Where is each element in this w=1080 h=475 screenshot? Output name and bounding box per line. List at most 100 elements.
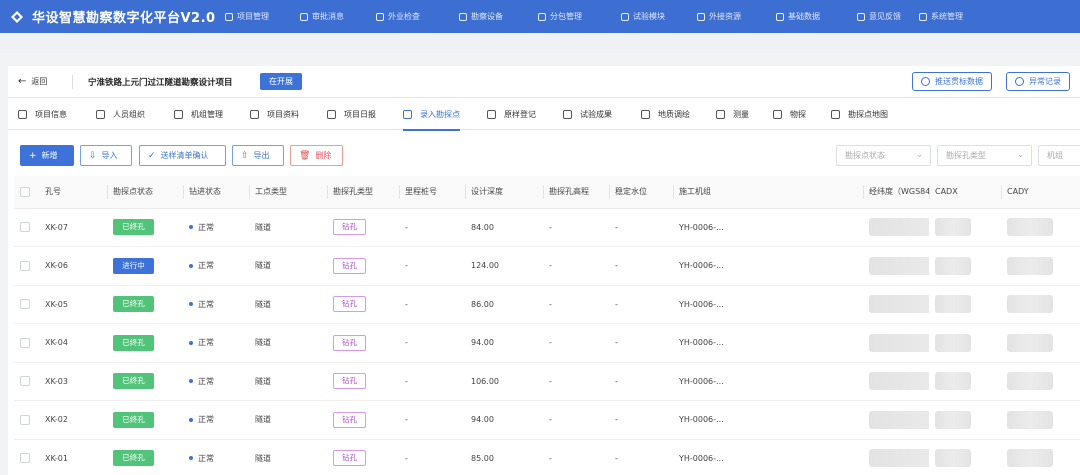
column-header[interactable]: CADX xyxy=(929,176,1001,209)
nav-item-9[interactable]: 系统管理 xyxy=(919,0,963,33)
nav-item-8[interactable]: 意见反馈 xyxy=(857,0,901,33)
crew-filter[interactable]: 机组 xyxy=(1038,145,1080,166)
coordinates-cell xyxy=(863,246,929,286)
tab-10[interactable]: 物探 xyxy=(773,98,806,130)
drill-status-cell: 正常 xyxy=(183,400,249,440)
site-type: 隧道 xyxy=(255,376,271,386)
drill-status: 正常 xyxy=(198,222,214,232)
table-row[interactable]: XK-06 进行中 正常 隧道 钻孔 - 124.00 - - YH-0006-... xyxy=(14,246,1080,286)
drill-status: 正常 xyxy=(198,453,214,463)
tab-6[interactable]: 原样登记 xyxy=(487,98,536,130)
hole-type-cell: 钻孔 xyxy=(327,400,399,440)
water-level: - xyxy=(615,376,618,386)
table-row[interactable]: XK-02 已终孔 正常 隧道 钻孔 - 94.00 - - YH-0006-... xyxy=(14,400,1080,440)
hole-id: XK-05 xyxy=(45,299,68,309)
delete-button[interactable]: 🗑 删除 xyxy=(290,145,343,166)
redacted-coordinates xyxy=(869,295,929,314)
sample-list-confirm-button[interactable]: ✓ 送样清单确认 xyxy=(139,145,226,166)
redacted-cady xyxy=(1007,372,1053,391)
column-header[interactable]: 勘探点状态 xyxy=(107,176,183,209)
crew-filter-placeholder: 机组 xyxy=(1047,151,1063,160)
row-checkbox[interactable] xyxy=(20,337,30,348)
column-header[interactable]: 设计深度 xyxy=(465,176,543,209)
import-button[interactable]: ⇩ 导入 xyxy=(80,145,132,166)
column-divider xyxy=(327,185,328,199)
hole-status-cell: 已终孔 xyxy=(107,323,183,363)
hole-id: XK-07 xyxy=(45,222,68,232)
abnormal-records-label: 异常记录 xyxy=(1029,77,1061,86)
column-header[interactable]: 施工机组 xyxy=(673,176,863,209)
result-icon xyxy=(563,109,572,119)
hole-status-filter[interactable]: 勘探点状态 ⌄ xyxy=(836,145,931,166)
column-header[interactable]: 孔号 xyxy=(39,176,107,209)
nav-item-6[interactable]: 外接资源 xyxy=(697,0,741,33)
tab-1[interactable]: 人员组织 xyxy=(96,98,145,130)
tab-5[interactable]: 录入勘探点 xyxy=(403,98,460,131)
nav-item-1[interactable]: 审批消息 xyxy=(300,0,344,33)
tab-9[interactable]: 测量 xyxy=(716,98,749,130)
row-select-cell xyxy=(14,285,39,324)
row-checkbox[interactable] xyxy=(20,260,30,271)
tab-label: 试验成果 xyxy=(580,109,612,119)
row-checkbox[interactable] xyxy=(20,453,30,464)
hole-status-badge: 进行中 xyxy=(113,257,154,274)
tab-7[interactable]: 试验成果 xyxy=(563,98,612,130)
tab-2[interactable]: 机组管理 xyxy=(174,98,223,130)
tab-11[interactable]: 勘探点地图 xyxy=(831,98,888,130)
column-header[interactable]: 稳定水位 xyxy=(609,176,673,209)
add-button[interactable]: + 新增 xyxy=(20,145,74,166)
crew: YH-0006-... xyxy=(679,338,724,348)
main-panel: ← 返回 宁淮铁路上元门过江隧道勘察设计项目 在开展 推送贯标数据 异常记录 项… xyxy=(8,66,1080,475)
nav-item-label: 意见反馈 xyxy=(869,12,901,21)
column-header[interactable]: 钻进状态 xyxy=(183,176,249,209)
column-header[interactable]: 工点类型 xyxy=(249,176,327,209)
tab-8[interactable]: 地质调绘 xyxy=(641,98,690,130)
hole-id: XK-01 xyxy=(45,453,68,463)
mileage: - xyxy=(405,299,408,309)
table-row[interactable]: XK-03 已终孔 正常 隧道 钻孔 - 106.00 - - YH-0006-... xyxy=(14,362,1080,401)
nav-item-5[interactable]: 试验模块 xyxy=(621,0,665,33)
project-title: 宁淮铁路上元门过江隧道勘察设计项目 xyxy=(88,78,233,88)
export-button[interactable]: ⇧ 导出 xyxy=(232,145,284,166)
column-header[interactable]: 里程桩号 xyxy=(399,176,465,209)
info-grid-icon xyxy=(18,109,27,119)
select-all-checkbox[interactable] xyxy=(20,186,30,197)
tab-4[interactable]: 项目日报 xyxy=(327,98,376,130)
table-row[interactable]: XK-05 已终孔 正常 隧道 钻孔 - 86.00 - - YH-0006-... xyxy=(14,285,1080,324)
redacted-cadx xyxy=(935,218,971,237)
row-checkbox[interactable] xyxy=(20,376,30,387)
tab-0[interactable]: 项目信息 xyxy=(18,98,67,130)
push-standard-data-button[interactable]: 推送贯标数据 xyxy=(912,72,992,91)
abnormal-records-button[interactable]: 异常记录 xyxy=(1006,72,1070,91)
column-header[interactable]: CADY xyxy=(1001,176,1080,209)
hole-type-filter[interactable]: 勘探孔类型 ⌄ xyxy=(937,145,1032,166)
elevation: - xyxy=(549,415,552,425)
column-header[interactable]: 勘探孔类型 xyxy=(327,176,399,209)
nav-item-2[interactable]: 外业检查 xyxy=(376,0,420,33)
nav-item-3[interactable]: 勘察设备 xyxy=(459,0,503,33)
hole-status-badge: 已终孔 xyxy=(113,373,154,390)
cadx-cell xyxy=(929,323,1001,363)
row-checkbox[interactable] xyxy=(20,222,30,233)
table-row[interactable]: XK-01 已终孔 正常 隧道 钻孔 - 85.00 - - YH-0006-... xyxy=(14,439,1080,475)
back-button[interactable]: ← 返回 xyxy=(18,76,47,87)
column-header[interactable]: 经纬度（WGS84） xyxy=(863,176,938,209)
nav-item-4[interactable]: 分包管理 xyxy=(538,0,582,33)
hole-type-tag: 钻孔 xyxy=(333,450,366,467)
row-checkbox[interactable] xyxy=(20,299,30,310)
tab-label: 项目信息 xyxy=(35,109,67,119)
hole-status-cell: 已终孔 xyxy=(107,208,183,247)
column-header-label: 钻进状态 xyxy=(189,187,221,197)
table-row[interactable]: XK-04 已终孔 正常 隧道 钻孔 - 94.00 - - YH-0006-... xyxy=(14,323,1080,363)
column-header[interactable]: 勘探孔高程 xyxy=(543,176,609,209)
table-header-row: 孔号 勘探点状态 钻进状态 工点类型 勘探孔类型 里程桩号 设计深度 勘探孔高程 稳定水位 施工机… xyxy=(14,176,1080,209)
tab-3[interactable]: 项目资料 xyxy=(250,98,299,130)
nav-item-7[interactable]: 基础数据 xyxy=(776,0,820,33)
table-row[interactable]: XK-07 已终孔 正常 隧道 钻孔 - 84.00 - - YH-0006-... xyxy=(14,208,1080,247)
row-checkbox[interactable] xyxy=(20,414,30,425)
nav-item-0[interactable]: 项目管理 xyxy=(225,0,269,33)
site-type-cell: 隧道 xyxy=(249,323,327,363)
crew: YH-0006-... xyxy=(679,415,724,425)
app-logo[interactable]: 华设智慧勘察数字化平台V2.0 xyxy=(0,7,220,26)
column-header-label: 工点类型 xyxy=(255,187,287,197)
